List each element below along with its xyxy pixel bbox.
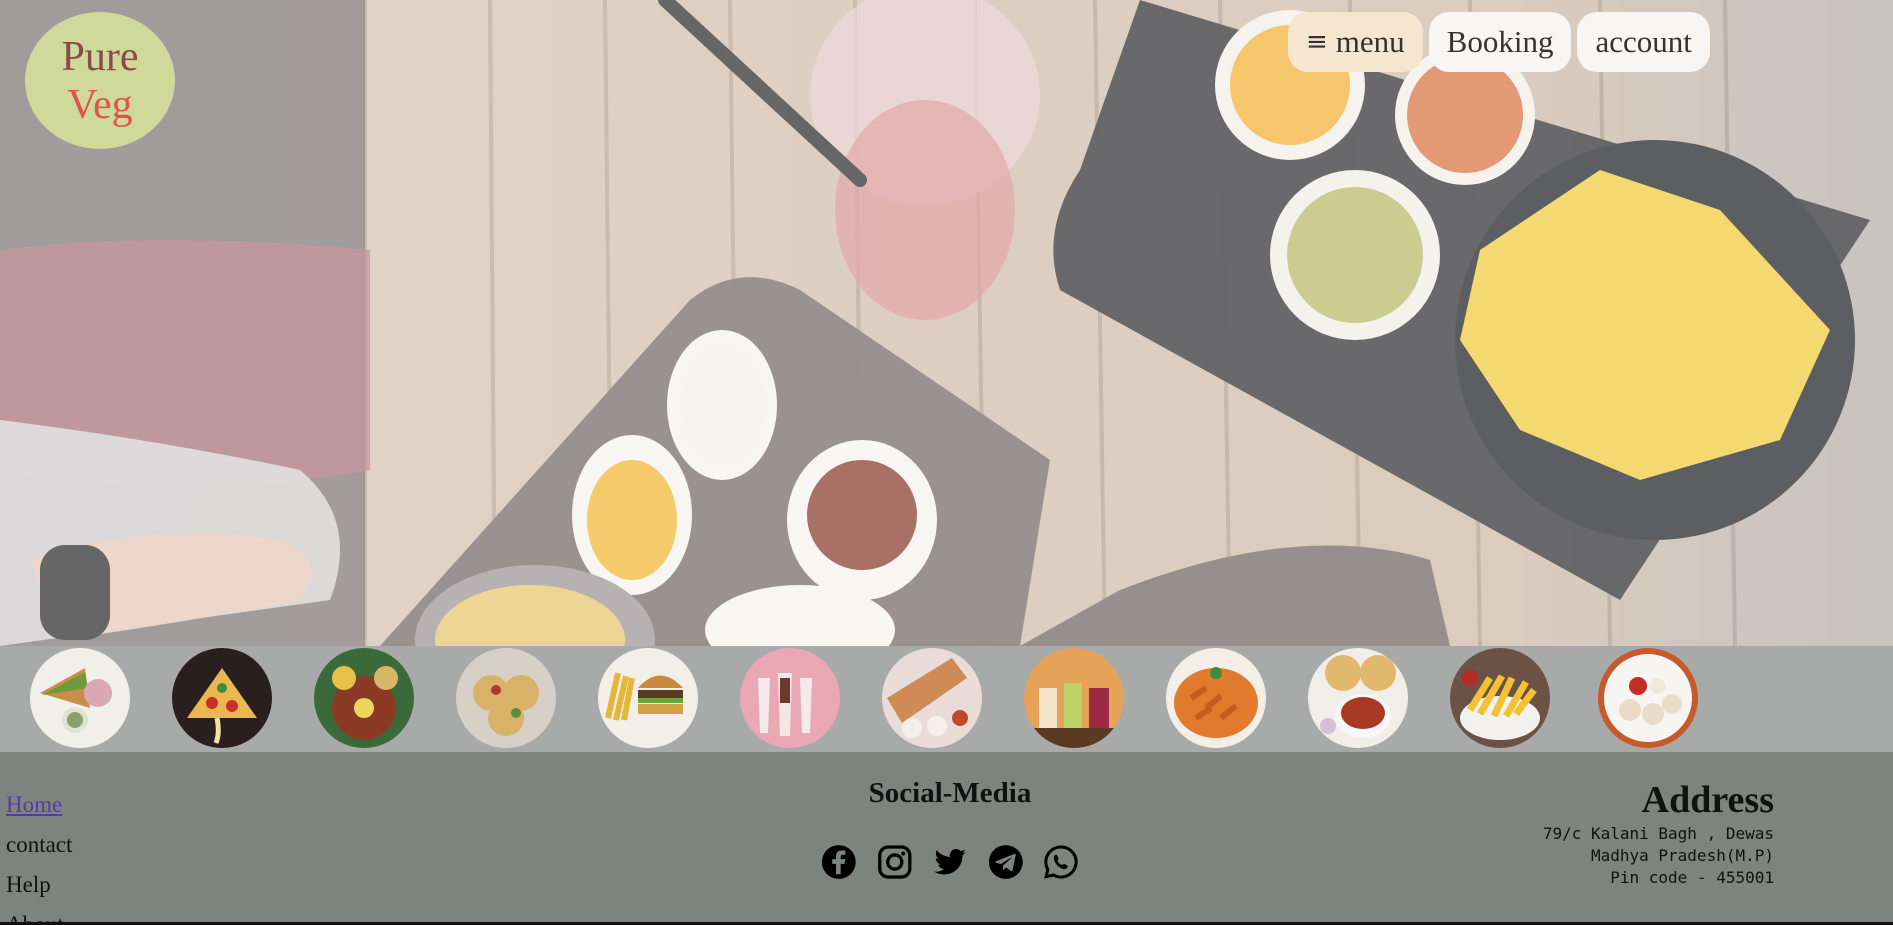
instagram-icon[interactable] — [876, 843, 914, 881]
drinks-icon[interactable] — [1024, 648, 1124, 748]
address-line: 79/c Kalani Bagh , Dewas — [1542, 824, 1774, 843]
address-heading: Address — [1641, 779, 1774, 821]
logo-text-line1: Pure — [61, 33, 139, 80]
address-line: Pin code - 455001 — [1610, 868, 1774, 887]
booking-button[interactable]: Booking — [1428, 12, 1572, 72]
chole-bhature-icon[interactable] — [1308, 648, 1408, 748]
hero-banner: Pure Veg ≡ menu Booking account — [0, 0, 1893, 646]
dosa-icon[interactable] — [882, 648, 982, 748]
menu-button-label: menu — [1335, 24, 1405, 59]
logo-text-line2: Veg — [67, 81, 133, 128]
hero-food-image — [0, 0, 1893, 646]
facebook-icon[interactable] — [820, 843, 858, 881]
menu-button[interactable]: ≡ menu — [1288, 12, 1423, 72]
account-button[interactable]: account — [1577, 12, 1710, 72]
top-nav: ≡ menu Booking account — [1288, 12, 1710, 72]
footer-link-help[interactable]: Help — [6, 865, 72, 905]
whatsapp-icon[interactable] — [1042, 843, 1080, 881]
social-media-heading: Social-Media — [868, 777, 1032, 809]
footer-link-contact[interactable]: contact — [6, 825, 72, 865]
footer-links: Home contact Help About — [6, 785, 72, 925]
fries-icon[interactable] — [1450, 648, 1550, 748]
address-line: Madhya Pradesh(M.P) — [1590, 846, 1774, 865]
pizza-icon[interactable] — [172, 648, 272, 748]
hamburger-icon: ≡ — [1306, 27, 1328, 57]
milkshake-icon[interactable] — [740, 648, 840, 748]
twitter-icon[interactable] — [931, 843, 969, 881]
burger-icon[interactable] — [598, 648, 698, 748]
social-icons — [820, 843, 1080, 881]
sandwich-icon[interactable] — [30, 648, 130, 748]
momos-icon[interactable] — [1598, 648, 1698, 748]
chaat-icon[interactable] — [456, 648, 556, 748]
footer-link-home[interactable]: Home — [6, 785, 72, 825]
address-text: 79/c Kalani Bagh , Dewas Madhya Pradesh(… — [1543, 823, 1774, 889]
telegram-icon[interactable] — [987, 843, 1025, 881]
thali-icon[interactable] — [314, 648, 414, 748]
logo[interactable]: Pure Veg — [25, 12, 175, 149]
pasta-icon[interactable] — [1166, 648, 1266, 748]
